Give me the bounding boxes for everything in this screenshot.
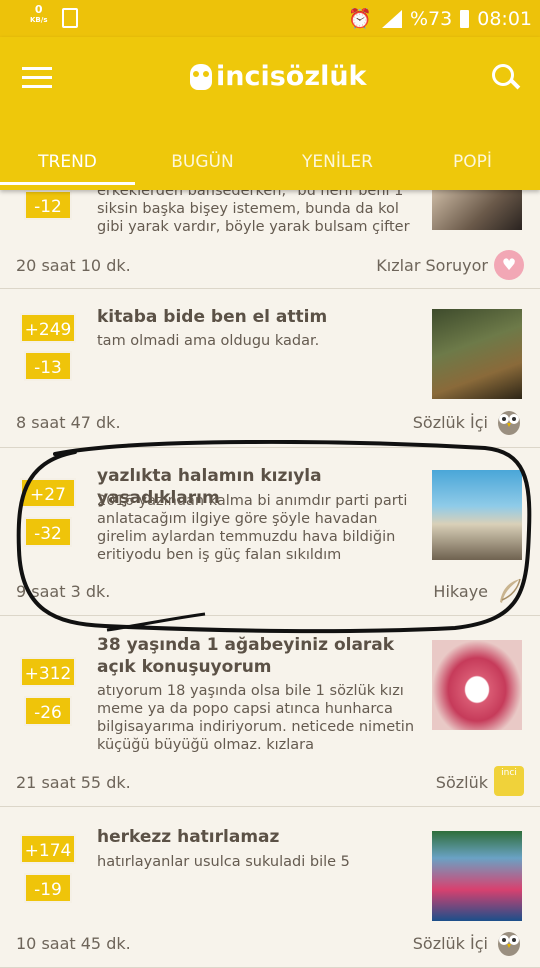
entry-time: 8 saat 47 dk. (16, 413, 121, 432)
entry-time: 9 saat 3 dk. (16, 582, 111, 601)
tab-bar: TREND BUGÜN YENİLER POPİ (0, 142, 540, 182)
status-bar: 0 KB/s ⏰ %73 08:01 (0, 0, 540, 37)
tab-trend[interactable]: TREND (0, 142, 135, 182)
downvote-button[interactable]: -19 (24, 873, 72, 903)
entry-card[interactable]: +312 -26 38 yaşında 1 ağabeyiniz olarak … (0, 616, 540, 807)
feather-icon (500, 578, 521, 603)
downvote-button[interactable]: -12 (24, 190, 72, 220)
entry-thumbnail[interactable] (432, 470, 522, 560)
upvote-button[interactable]: +249 (20, 313, 76, 343)
menu-icon[interactable] (22, 67, 52, 89)
app-logo[interactable]: incisözlük (190, 61, 367, 92)
entry-body: tam olmadi ama oldugu kadar. (97, 333, 320, 349)
downvote-button[interactable]: -13 (24, 351, 72, 381)
entry-card[interactable]: +27 -32 yazlıkta halamın kızıyla yaşadık… (0, 448, 540, 616)
heart-icon: ♥ (494, 250, 524, 280)
downvote-button[interactable]: -26 (24, 696, 72, 726)
alarm-icon: ⏰ (348, 8, 372, 30)
battery-percent: %73 (410, 7, 453, 30)
screenshot-notification-icon (62, 8, 78, 28)
entry-body: erkeklerden bahsederken, "bu herif beni … (97, 183, 410, 235)
owl-icon (498, 932, 520, 956)
entry-title[interactable]: herkezz hatırlamaz (97, 826, 417, 848)
entry-thumbnail[interactable] (432, 640, 522, 730)
entry-source[interactable]: Sözlük İçi (413, 934, 488, 953)
entry-time: 10 saat 45 dk. (16, 934, 131, 953)
entry-title[interactable]: kitaba bide ben el attim (97, 306, 417, 328)
entry-source[interactable]: Hikaye (433, 582, 488, 601)
upvote-button[interactable]: +312 (20, 657, 76, 687)
downvote-button[interactable]: -32 (24, 517, 72, 547)
search-icon[interactable] (492, 64, 521, 90)
app-name: incisözlük (216, 61, 367, 92)
tab-yeniler[interactable]: YENİLER (270, 142, 405, 182)
entry-card[interactable]: -12 erkeklerden bahsederken, "bu herif b… (0, 180, 540, 289)
entry-thumbnail[interactable] (432, 309, 522, 399)
entry-body: 2016 yazından kalma bi anımdır parti par… (97, 493, 408, 563)
entry-source[interactable]: Sözlük İçi (413, 413, 488, 432)
owl-logo-icon (190, 63, 212, 90)
entry-card[interactable]: +249 -13 kitaba bide ben el attim tam ol… (0, 289, 540, 448)
entry-time: 20 saat 10 dk. (16, 256, 131, 275)
entry-time: 21 saat 55 dk. (16, 773, 131, 792)
tab-popi[interactable]: POPİ (405, 142, 540, 182)
entry-source[interactable]: Kızlar Soruyor (376, 256, 488, 275)
entry-source[interactable]: Sözlük (436, 773, 488, 792)
entry-body: atıyorum 18 yaşında olsa bile 1 sözlük k… (97, 683, 415, 753)
net-speed: 0 KB/s (30, 3, 48, 24)
entry-thumbnail[interactable] (432, 831, 522, 921)
tab-bugun[interactable]: BUGÜN (135, 142, 270, 182)
app-bar: incisözlük TREND BUGÜN YENİLER POPİ (0, 37, 540, 190)
owl-icon (498, 411, 520, 435)
entry-card[interactable]: +174 -19 herkezz hatırlamaz hatırlayanla… (0, 807, 540, 968)
signal-icon (380, 9, 402, 28)
clock: 08:01 (477, 7, 532, 30)
upvote-button[interactable]: +174 (20, 834, 76, 864)
entry-title[interactable]: 38 yaşında 1 ağabeyiniz olarak açık konu… (97, 634, 417, 678)
battery-icon (460, 9, 470, 28)
entry-body: hatırlayanlar usulca sukuladi bile 5 (97, 854, 350, 870)
entry-feed: -12 erkeklerden bahsederken, "bu herif b… (0, 180, 540, 968)
inci-badge-icon: inci (494, 766, 524, 796)
upvote-button[interactable]: +27 (20, 478, 76, 508)
